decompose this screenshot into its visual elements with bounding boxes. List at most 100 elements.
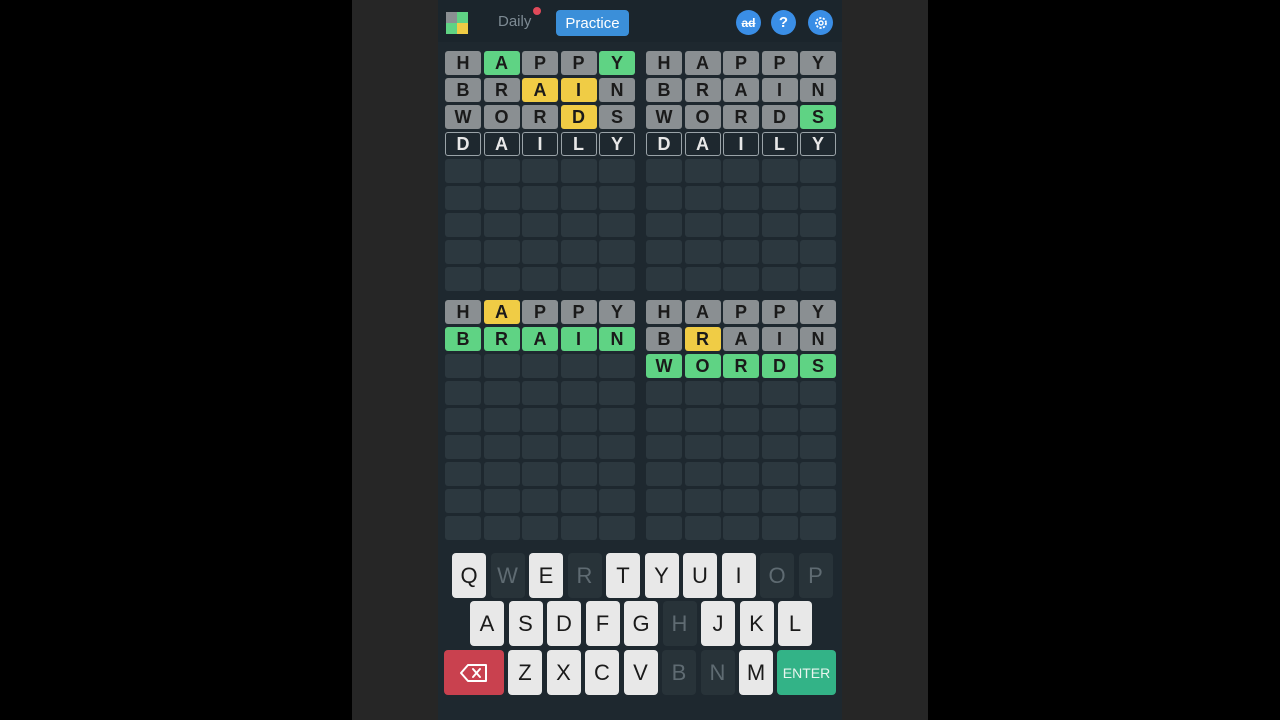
key-r[interactable]: R: [567, 553, 602, 598]
empty-tile: [445, 489, 481, 513]
tab-practice[interactable]: Practice: [556, 10, 629, 36]
enter-key[interactable]: ENTER: [777, 650, 836, 695]
empty-tile: [560, 462, 597, 486]
tile: W: [646, 105, 682, 129]
empty-tile: [483, 186, 520, 210]
empty-tile: [800, 240, 836, 264]
empty-tile: [599, 186, 635, 210]
gear-icon: [814, 16, 827, 29]
key-y[interactable]: Y: [644, 553, 679, 598]
key-o[interactable]: O: [760, 553, 794, 598]
empty-tile: [761, 408, 798, 432]
key-n[interactable]: N: [700, 650, 735, 695]
empty-tile: [684, 435, 721, 459]
tile: L: [761, 132, 798, 156]
key-k[interactable]: K: [739, 601, 774, 646]
empty-tile: [646, 381, 682, 405]
help-button[interactable]: ?: [771, 10, 796, 35]
key-t[interactable]: T: [606, 553, 640, 598]
empty-tile: [445, 267, 481, 291]
empty-tile: [599, 381, 635, 405]
tile: A: [684, 300, 721, 324]
tile: P: [723, 300, 759, 324]
empty-tile: [483, 213, 520, 237]
empty-tile: [723, 159, 759, 183]
tile: P: [761, 51, 798, 75]
empty-tile: [522, 240, 558, 264]
tab-daily[interactable]: Daily: [498, 13, 531, 30]
key-e[interactable]: E: [529, 553, 563, 598]
empty-tile: [800, 435, 836, 459]
empty-tile: [522, 408, 558, 432]
empty-tile: [445, 381, 481, 405]
tile: D: [761, 105, 798, 129]
empty-tile: [522, 354, 558, 378]
key-l[interactable]: L: [778, 601, 812, 646]
key-m[interactable]: M: [739, 650, 773, 695]
tile: A: [522, 327, 558, 351]
tile: Y: [800, 300, 836, 324]
empty-tile: [445, 213, 481, 237]
empty-tile: [646, 267, 682, 291]
empty-tile: [723, 381, 759, 405]
tile: R: [522, 105, 558, 129]
key-s[interactable]: S: [508, 601, 543, 646]
tile: R: [684, 327, 721, 351]
tile: Y: [599, 132, 635, 156]
key-j[interactable]: J: [701, 601, 735, 646]
tile: B: [646, 327, 682, 351]
top-bar: Daily Practice ad ?: [438, 0, 842, 42]
key-u[interactable]: U: [683, 553, 717, 598]
key-v[interactable]: V: [623, 650, 658, 695]
tile: N: [800, 327, 836, 351]
empty-tile: [445, 159, 481, 183]
empty-tile: [560, 186, 597, 210]
empty-tile: [684, 381, 721, 405]
empty-tile: [560, 267, 597, 291]
key-w[interactable]: W: [490, 553, 525, 598]
game-app: Daily Practice ad ? HAPPYBRAINWORDSDAILY…: [438, 0, 842, 720]
key-a[interactable]: A: [470, 601, 504, 646]
key-p[interactable]: P: [798, 553, 833, 598]
key-f[interactable]: F: [585, 601, 620, 646]
tile: R: [684, 78, 721, 102]
empty-tile: [646, 159, 682, 183]
logo-icon: [446, 12, 468, 34]
key-q[interactable]: Q: [452, 553, 486, 598]
tile: N: [599, 78, 635, 102]
empty-tile: [800, 186, 836, 210]
key-g[interactable]: G: [624, 601, 658, 646]
tile: R: [483, 78, 520, 102]
key-d[interactable]: D: [547, 601, 581, 646]
empty-tile: [483, 240, 520, 264]
remove-ads-button[interactable]: ad: [736, 10, 761, 35]
tile: D: [445, 132, 481, 156]
empty-tile: [761, 240, 798, 264]
empty-tile: [599, 159, 635, 183]
empty-tile: [599, 408, 635, 432]
empty-tile: [483, 354, 520, 378]
empty-tile: [800, 267, 836, 291]
tile: H: [646, 300, 682, 324]
tile: A: [684, 51, 721, 75]
tile: D: [560, 105, 597, 129]
backspace-key[interactable]: [444, 650, 504, 695]
empty-tile: [599, 489, 635, 513]
empty-tile: [483, 462, 520, 486]
empty-tile: [445, 435, 481, 459]
key-i[interactable]: I: [721, 553, 756, 598]
empty-tile: [522, 213, 558, 237]
empty-tile: [445, 408, 481, 432]
key-z[interactable]: Z: [508, 650, 542, 695]
empty-tile: [761, 435, 798, 459]
key-h[interactable]: H: [662, 601, 697, 646]
empty-tile: [522, 159, 558, 183]
empty-tile: [684, 408, 721, 432]
tile: P: [560, 300, 597, 324]
key-x[interactable]: X: [546, 650, 581, 695]
key-b[interactable]: B: [662, 650, 696, 695]
empty-tile: [723, 267, 759, 291]
empty-tile: [684, 186, 721, 210]
key-c[interactable]: C: [585, 650, 619, 695]
settings-button[interactable]: [808, 10, 833, 35]
